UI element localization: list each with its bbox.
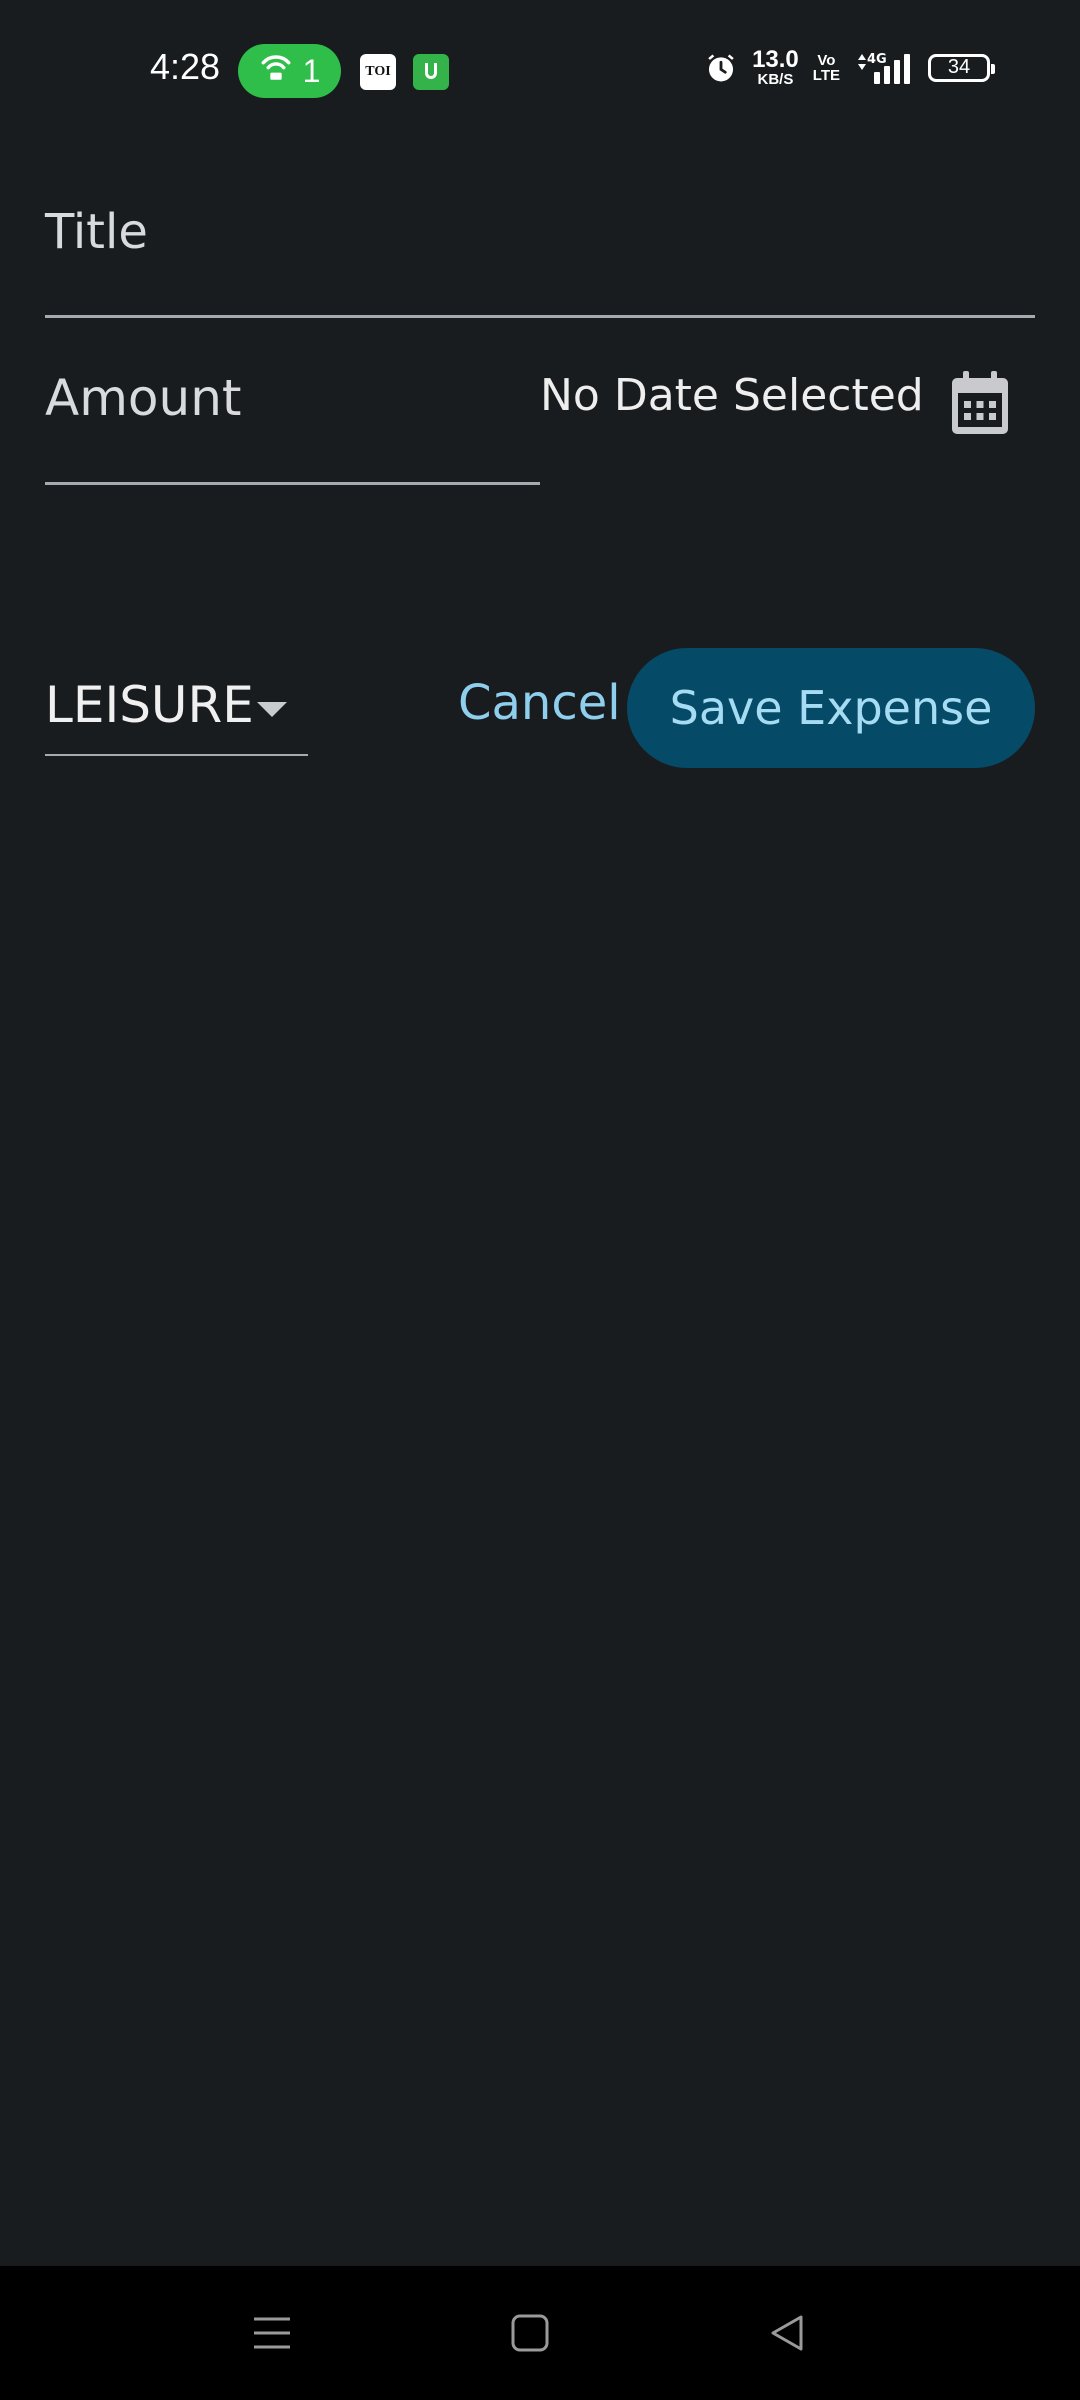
amount-input[interactable]: Amount bbox=[45, 355, 540, 485]
toi-notification-icon: TOI bbox=[360, 54, 396, 90]
dropdown-arrow-icon bbox=[257, 702, 287, 717]
app-screen: 4:28 1 TOI 13.0 KB/S Vo LTE 4G 34 Title … bbox=[0, 0, 1080, 2400]
status-bar: 4:28 1 TOI 13.0 KB/S Vo LTE 4G 34 bbox=[0, 0, 1080, 140]
save-expense-label: Save Expense bbox=[669, 681, 993, 735]
signal-icon: 4G bbox=[854, 50, 914, 86]
category-value: LEISURE bbox=[45, 676, 254, 734]
status-right-group: 13.0 KB/S Vo LTE 4G 34 bbox=[704, 46, 995, 88]
title-placeholder: Title bbox=[45, 204, 148, 260]
home-icon bbox=[510, 2313, 550, 2353]
menu-icon bbox=[252, 2313, 292, 2353]
home-button[interactable] bbox=[505, 2308, 555, 2358]
date-picker-button[interactable] bbox=[948, 368, 1012, 438]
hotspot-indicator[interactable]: 1 bbox=[238, 44, 341, 98]
network-speed: 13.0 KB/S bbox=[752, 46, 799, 88]
back-button[interactable] bbox=[762, 2308, 812, 2358]
hotspot-icon bbox=[259, 50, 293, 92]
network-speed-unit: KB/S bbox=[757, 71, 794, 88]
battery-level: 34 bbox=[947, 56, 971, 78]
volte-indicator: Vo LTE bbox=[813, 53, 840, 83]
app-notification-icon bbox=[413, 54, 449, 90]
save-expense-button[interactable]: Save Expense bbox=[627, 648, 1035, 768]
status-time: 4:28 bbox=[150, 46, 221, 87]
title-input[interactable]: Title bbox=[45, 190, 1035, 318]
volte-top: Vo bbox=[817, 51, 836, 69]
network-speed-value: 13.0 bbox=[752, 46, 799, 73]
hotspot-count: 1 bbox=[302, 52, 321, 89]
alarm-icon bbox=[704, 51, 738, 85]
amount-placeholder: Amount bbox=[45, 369, 242, 427]
cancel-button[interactable]: Cancel bbox=[458, 675, 621, 731]
volte-bottom: LTE bbox=[812, 66, 840, 84]
menu-button[interactable] bbox=[247, 2308, 297, 2358]
selected-date-label: No Date Selected bbox=[540, 370, 924, 421]
network-type: 4G bbox=[867, 52, 887, 67]
category-dropdown[interactable]: LEISURE bbox=[45, 672, 308, 756]
calendar-icon bbox=[951, 371, 1009, 435]
navigation-bar bbox=[0, 2266, 1080, 2400]
back-icon bbox=[767, 2313, 807, 2353]
battery-icon: 34 bbox=[928, 53, 995, 82]
